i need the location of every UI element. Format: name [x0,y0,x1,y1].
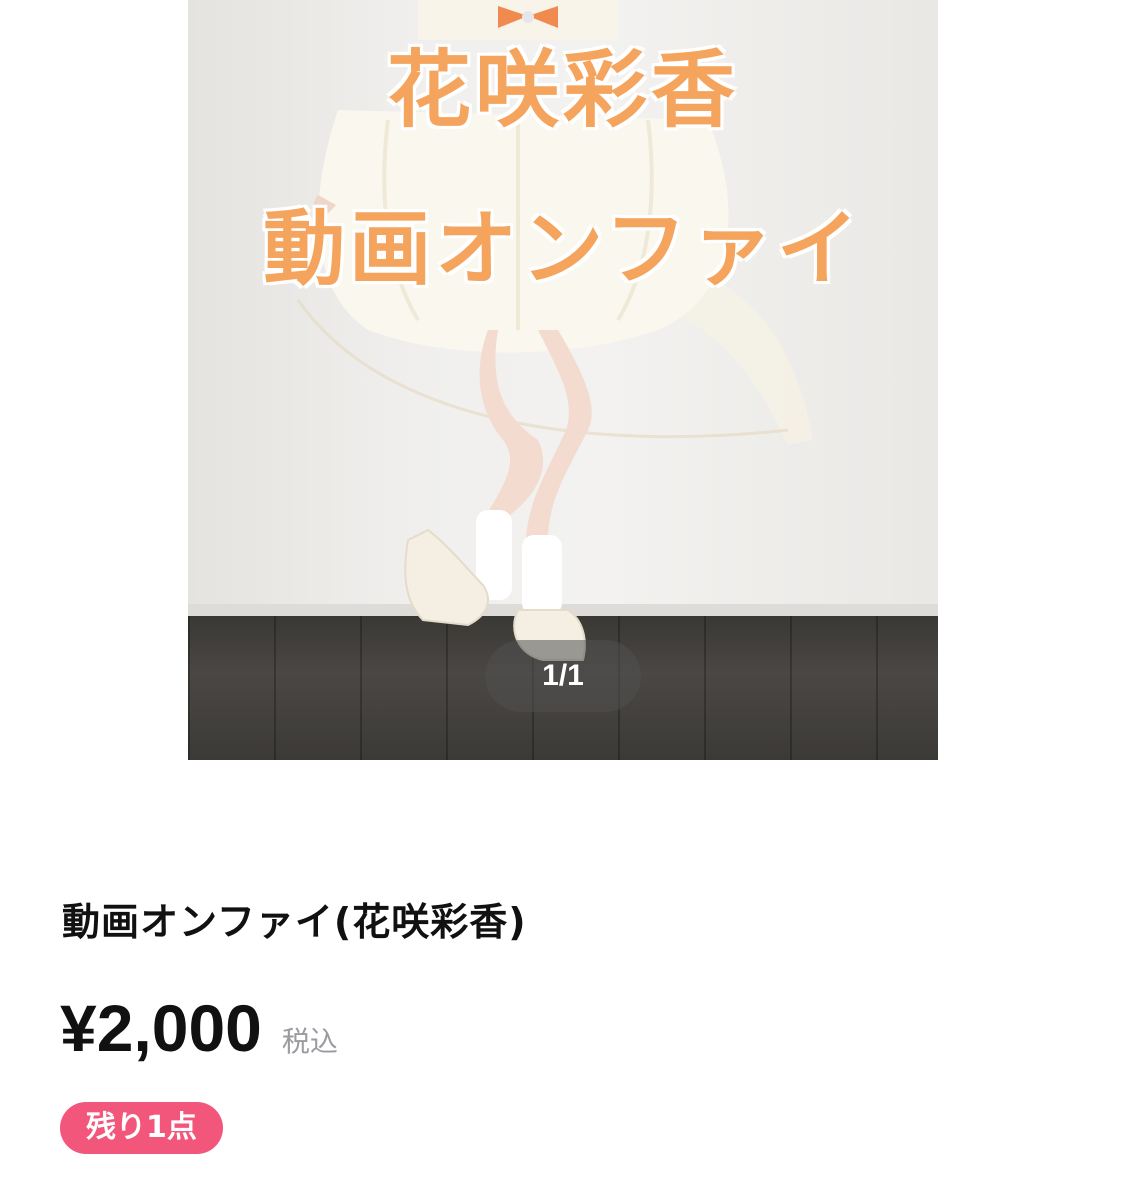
stock-remaining-badge: 残り1点 [60,1102,223,1154]
product-image-carousel[interactable]: 花咲彩香 動画オンファイ 1/1 [188,0,938,760]
image-pager-indicator: 1/1 [485,640,641,712]
overlay-product-text: 動画オンファイ [263,202,863,297]
product-title: 動画オンファイ(花咲彩香) [62,900,527,944]
overlay-name-text: 花咲彩香 [386,41,739,139]
product-price: ¥2,000 [60,991,262,1065]
tax-included-label: 税込 [281,1025,338,1058]
price-row: ¥2,000 税込 [60,988,338,1068]
